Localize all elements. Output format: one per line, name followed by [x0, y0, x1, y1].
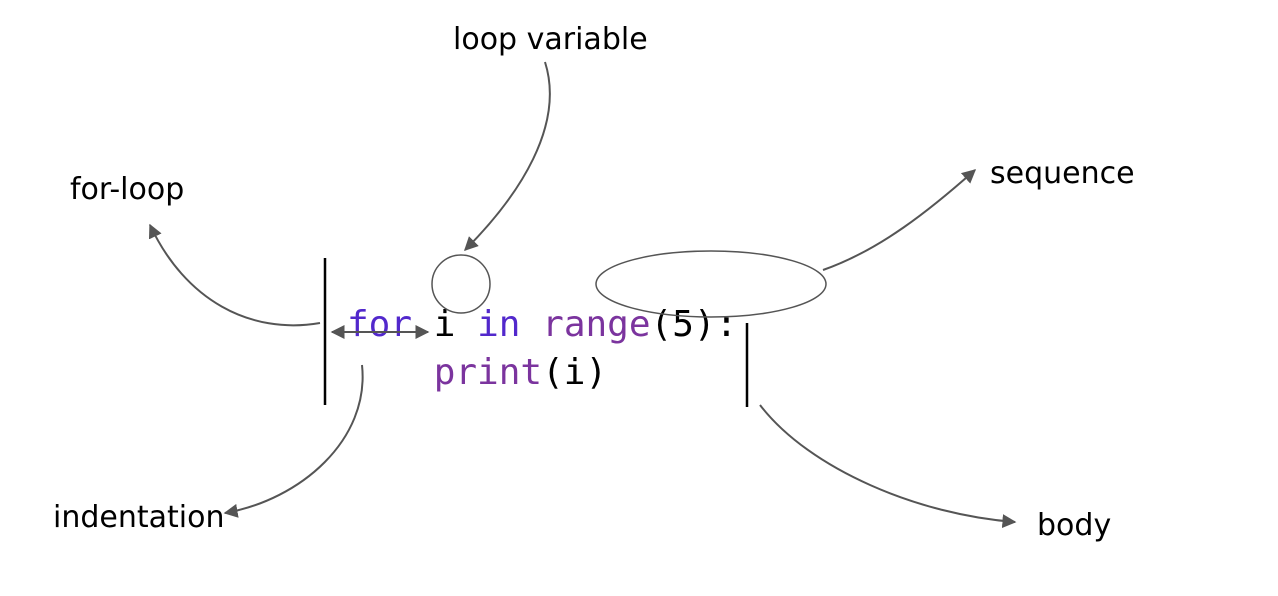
arrow-loop-variable — [465, 62, 550, 250]
tok-lparen2: ( — [542, 352, 564, 393]
diagram-stage: loop variable for-loop sequence indentat… — [0, 0, 1278, 596]
label-loop-variable: loop variable — [453, 22, 648, 57]
tok-five: 5 — [672, 304, 694, 345]
tok-lparen: ( — [651, 304, 673, 345]
arrow-body — [760, 405, 1015, 522]
tok-indent — [347, 352, 434, 393]
label-indentation: indentation — [53, 500, 224, 535]
arrow-indentation — [225, 365, 363, 513]
tok-rparen2: ) — [585, 352, 607, 393]
code-line-2: print(i) — [347, 311, 607, 393]
label-sequence: sequence — [990, 156, 1135, 191]
label-for-loop: for-loop — [70, 172, 184, 207]
arrow-sequence — [823, 170, 975, 270]
tok-rpc: ): — [694, 304, 737, 345]
tok-i2: i — [564, 352, 586, 393]
tok-print: print — [434, 352, 542, 393]
arrow-for-loop — [150, 225, 320, 325]
label-body: body — [1037, 508, 1111, 543]
